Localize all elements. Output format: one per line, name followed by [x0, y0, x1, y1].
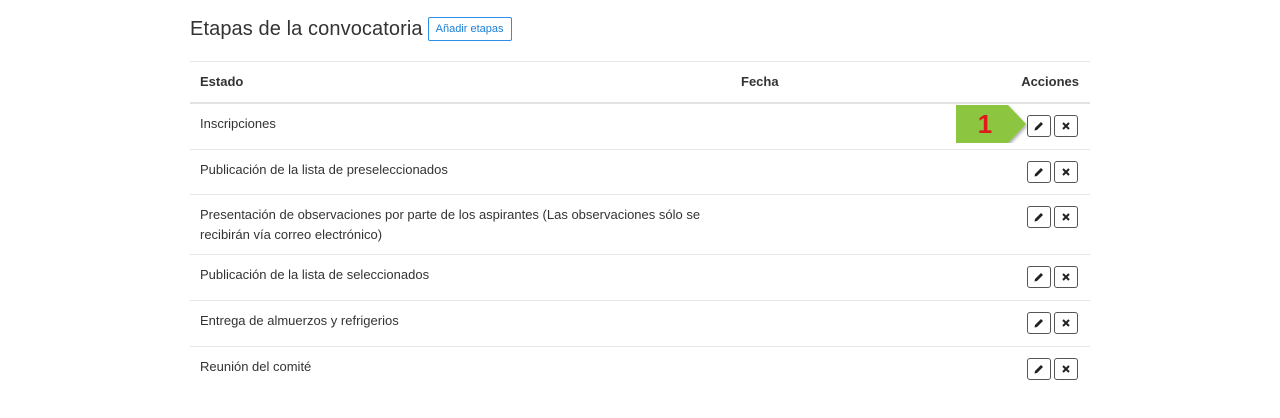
pencil-icon: [1034, 319, 1043, 328]
pencil-icon: [1034, 273, 1043, 282]
column-header-fecha: Fecha: [741, 74, 779, 89]
pencil-icon: [1034, 213, 1043, 222]
delete-button[interactable]: [1054, 358, 1078, 380]
close-icon: [1062, 365, 1070, 373]
row-actions: [1027, 161, 1078, 183]
table-header: Estado Fecha Acciones: [190, 61, 1090, 104]
close-icon: [1062, 319, 1070, 327]
callout-number: 1: [977, 108, 993, 139]
stage-name: Reunión del comité: [200, 359, 312, 374]
stage-name: Presentación de observaciones por parte …: [200, 207, 701, 242]
add-stages-button[interactable]: Añadir etapas: [427, 17, 512, 41]
page-title: Etapas de la convocatoria: [190, 17, 423, 40]
pencil-icon: [1034, 168, 1043, 177]
edit-button[interactable]: [1027, 206, 1051, 228]
stage-name: Publicación de la lista de seleccionados: [200, 267, 430, 282]
pencil-icon: [1034, 122, 1043, 131]
row-actions: [1027, 115, 1078, 137]
close-icon: [1062, 168, 1070, 176]
table-row: Inscripciones: [190, 104, 1090, 150]
close-icon: [1062, 122, 1070, 130]
edit-button[interactable]: [1027, 161, 1051, 183]
step-callout-arrow: 1: [956, 105, 1028, 143]
row-actions: [1027, 358, 1078, 380]
column-header-estado: Estado: [200, 74, 244, 89]
edit-button[interactable]: [1027, 115, 1051, 137]
table-row: Reunión del comité: [190, 347, 1090, 391]
close-icon: [1062, 213, 1070, 221]
delete-button[interactable]: [1054, 161, 1078, 183]
stage-name: Entrega de almuerzos y refrigerios: [200, 313, 399, 328]
column-header-acciones: Acciones: [1021, 74, 1079, 89]
pencil-icon: [1034, 365, 1043, 374]
panel-header: Etapas de la convocatoria Añadir etapas: [190, 15, 512, 43]
table-row: Publicación de la lista de preselecciona…: [190, 150, 1090, 195]
delete-button[interactable]: [1054, 312, 1078, 334]
delete-button[interactable]: [1054, 206, 1078, 228]
row-actions: [1027, 266, 1078, 288]
stage-name: Publicación de la lista de preselecciona…: [200, 162, 448, 177]
row-actions: [1027, 206, 1078, 228]
edit-button[interactable]: [1027, 312, 1051, 334]
edit-button[interactable]: [1027, 266, 1051, 288]
delete-button[interactable]: [1054, 115, 1078, 137]
close-icon: [1062, 273, 1070, 281]
row-actions: [1027, 312, 1078, 334]
stage-name: Inscripciones: [200, 116, 276, 131]
table-row: Presentación de observaciones por parte …: [190, 195, 1090, 255]
delete-button[interactable]: [1054, 266, 1078, 288]
table-row: Entrega de almuerzos y refrigerios: [190, 301, 1090, 347]
edit-button[interactable]: [1027, 358, 1051, 380]
stages-table: Estado Fecha Acciones Inscripciones Publ…: [190, 61, 1090, 391]
table-row: Publicación de la lista de seleccionados: [190, 255, 1090, 301]
